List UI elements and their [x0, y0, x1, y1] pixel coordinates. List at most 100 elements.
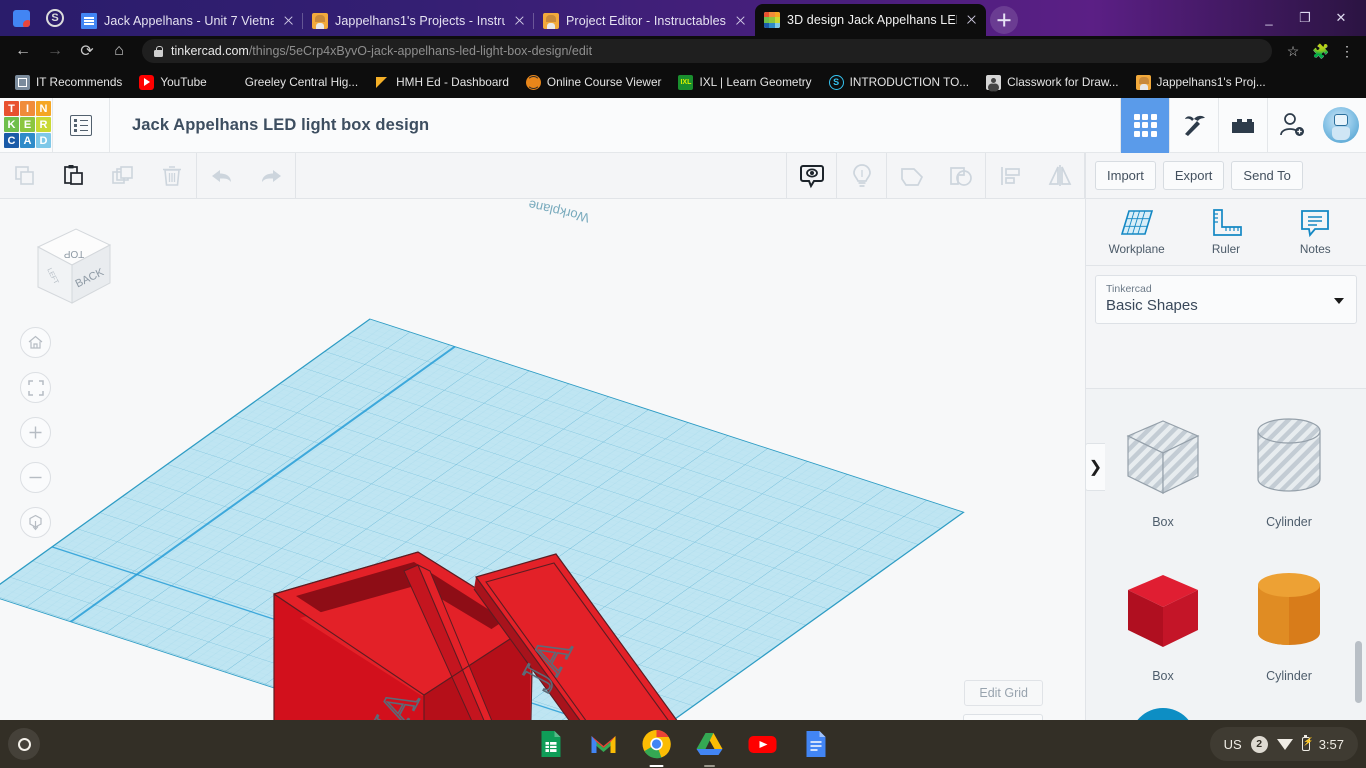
bookmark-greeley-central[interactable]: Greeley Central Hig...	[217, 72, 365, 93]
bookmark-youtube[interactable]: YouTube	[132, 72, 213, 93]
launcher-button[interactable]	[8, 728, 40, 760]
shape-label: Box	[1152, 669, 1174, 683]
export-button[interactable]: Export	[1163, 161, 1225, 190]
mirror-button[interactable]	[1035, 153, 1084, 199]
minimize-button[interactable]: _	[1252, 2, 1286, 34]
library-selector[interactable]: Tinkercad Basic Shapes	[1095, 275, 1357, 324]
back-button[interactable]: ←	[8, 37, 38, 65]
extensions-puzzle-icon[interactable]: 🧩	[1308, 43, 1334, 60]
shape-item-hole-cylinder[interactable]: Cylinder	[1226, 397, 1352, 549]
view-cube[interactable]: TOP BACK LEFT	[18, 219, 116, 311]
shape-thumb	[1120, 411, 1206, 507]
paste-button[interactable]	[49, 153, 98, 199]
document-icon	[15, 75, 30, 90]
gmail-icon[interactable]	[589, 729, 619, 759]
maximize-restore-button[interactable]: ❐	[1288, 2, 1322, 34]
home-view-icon	[27, 334, 44, 351]
browser-tab-0[interactable]: Jack Appelhans - Unit 7 Vietnam	[72, 6, 303, 36]
url-domain: tinkercad.com	[171, 44, 249, 58]
home-button[interactable]: ⌂	[104, 37, 134, 65]
new-tab-button[interactable]	[990, 6, 1018, 34]
system-tray[interactable]: US 2 3:57	[1210, 727, 1358, 761]
shape-item-hole-box[interactable]: Box	[1100, 397, 1226, 549]
bookmark-introduction-to[interactable]: S INTRODUCTION TO...	[822, 72, 977, 93]
shape-library[interactable]: Box Cylinder	[1086, 388, 1366, 768]
edit-grid-button[interactable]: Edit Grid	[964, 680, 1043, 706]
home-view-button[interactable]	[20, 327, 51, 358]
chrome-app-icon[interactable]	[6, 3, 36, 33]
project-list-button[interactable]	[53, 98, 109, 153]
show-hide-button[interactable]	[787, 153, 836, 199]
google-drive-icon[interactable]	[695, 729, 725, 759]
panel-scrollbar[interactable]	[1355, 641, 1362, 703]
bookmark-star-icon[interactable]: ☆	[1280, 43, 1306, 60]
tinkercad-logo[interactable]: T I N K E R C A D	[4, 101, 52, 149]
zoom-out-button[interactable]	[20, 462, 51, 493]
workplane-tool[interactable]: Workplane	[1096, 208, 1178, 256]
ungroup-button[interactable]	[936, 153, 985, 199]
apps-grid-button[interactable]	[1120, 98, 1169, 153]
blocks-button[interactable]	[1218, 98, 1267, 153]
tab-close-icon[interactable]	[964, 12, 980, 28]
shape-item-solid-box[interactable]: Box	[1100, 551, 1226, 703]
tab-close-icon[interactable]	[281, 13, 297, 29]
bookmark-hmh-ed[interactable]: HMH Ed - Dashboard	[368, 72, 516, 93]
google-sheets-icon[interactable]	[536, 729, 566, 759]
google-docs-icon[interactable]	[801, 729, 831, 759]
bookmark-label: Classwork for Draw...	[1007, 75, 1118, 89]
tab-close-icon[interactable]	[512, 13, 528, 29]
divider	[295, 153, 296, 199]
bookmarks-bar: IT Recommends YouTube Greeley Central Hi…	[0, 66, 1366, 98]
send-to-button[interactable]: Send To	[1231, 161, 1302, 190]
viewcube-top-label: TOP	[63, 248, 84, 259]
duplicate-button[interactable]	[98, 153, 147, 199]
reload-button[interactable]: ⟳	[72, 37, 102, 65]
ruler-tool[interactable]: Ruler	[1185, 208, 1267, 256]
youtube-icon[interactable]	[748, 729, 778, 759]
zoom-in-button[interactable]	[20, 417, 51, 448]
browser-tab-3[interactable]: 3D design Jack Appelhans LED l	[755, 4, 986, 36]
notes-icon	[1299, 208, 1331, 238]
shape-item-solid-cylinder[interactable]: Cylinder	[1226, 551, 1352, 703]
chrome-icon[interactable]	[642, 729, 672, 759]
bookmark-label: IT Recommends	[36, 75, 122, 89]
shelf-apps	[536, 729, 831, 759]
undo-button[interactable]	[197, 153, 246, 199]
close-window-button[interactable]: ✕	[1324, 2, 1358, 34]
ungroup-icon	[947, 163, 975, 189]
shape-label: Cylinder	[1266, 515, 1312, 529]
bookmark-classwork[interactable]: Classwork for Draw...	[979, 72, 1125, 93]
screen: S Jack Appelhans - Unit 7 Vietnam Jappel…	[0, 0, 1366, 768]
design-canvas[interactable]: Workplane	[0, 199, 1085, 748]
tab-title: Jack Appelhans - Unit 7 Vietnam	[104, 14, 274, 28]
align-button[interactable]	[986, 153, 1035, 199]
perspective-toggle-button[interactable]	[20, 507, 51, 538]
panel-collapse-button[interactable]: ❯	[1085, 443, 1105, 491]
add-person-icon	[1278, 112, 1306, 138]
bookmark-online-course-viewer[interactable]: Online Course Viewer	[519, 72, 669, 93]
browser-tab-2[interactable]: Project Editor - Instructables	[534, 6, 755, 36]
import-button[interactable]: Import	[1095, 161, 1156, 190]
bookmark-jappelhans-projects[interactable]: Jappelhans1's Proj...	[1129, 72, 1273, 93]
redo-button[interactable]	[246, 153, 295, 199]
forward-button[interactable]: →	[40, 37, 70, 65]
user-avatar-button[interactable]	[1316, 98, 1366, 153]
delete-button[interactable]	[147, 153, 196, 199]
notes-tool[interactable]: Notes	[1274, 208, 1356, 256]
bookmark-it-recommends[interactable]: IT Recommends	[8, 72, 129, 93]
hint-button[interactable]	[837, 153, 886, 199]
browser-tab-1[interactable]: Jappelhans1's Projects - Instruc	[303, 6, 534, 36]
codeblocks-button[interactable]	[1169, 98, 1218, 153]
skype-app-icon[interactable]: S	[40, 3, 70, 33]
logo-letter: K	[4, 117, 19, 132]
invite-people-button[interactable]	[1267, 98, 1316, 153]
tab-close-icon[interactable]	[733, 13, 749, 29]
copy-button[interactable]	[0, 153, 49, 199]
fit-to-view-button[interactable]	[20, 372, 51, 403]
group-button[interactable]	[887, 153, 936, 199]
bookmark-ixl[interactable]: IXL IXL | Learn Geometry	[671, 72, 818, 93]
address-bar[interactable]: tinkercad.com/things/5eCrp4xByvO-jack-ap…	[142, 39, 1272, 63]
tool-label: Ruler	[1212, 242, 1240, 256]
shapes-panel: ❯ Import Export Send To Workplane Rul	[1085, 153, 1366, 768]
chrome-menu-icon[interactable]: ⋮	[1336, 43, 1358, 60]
